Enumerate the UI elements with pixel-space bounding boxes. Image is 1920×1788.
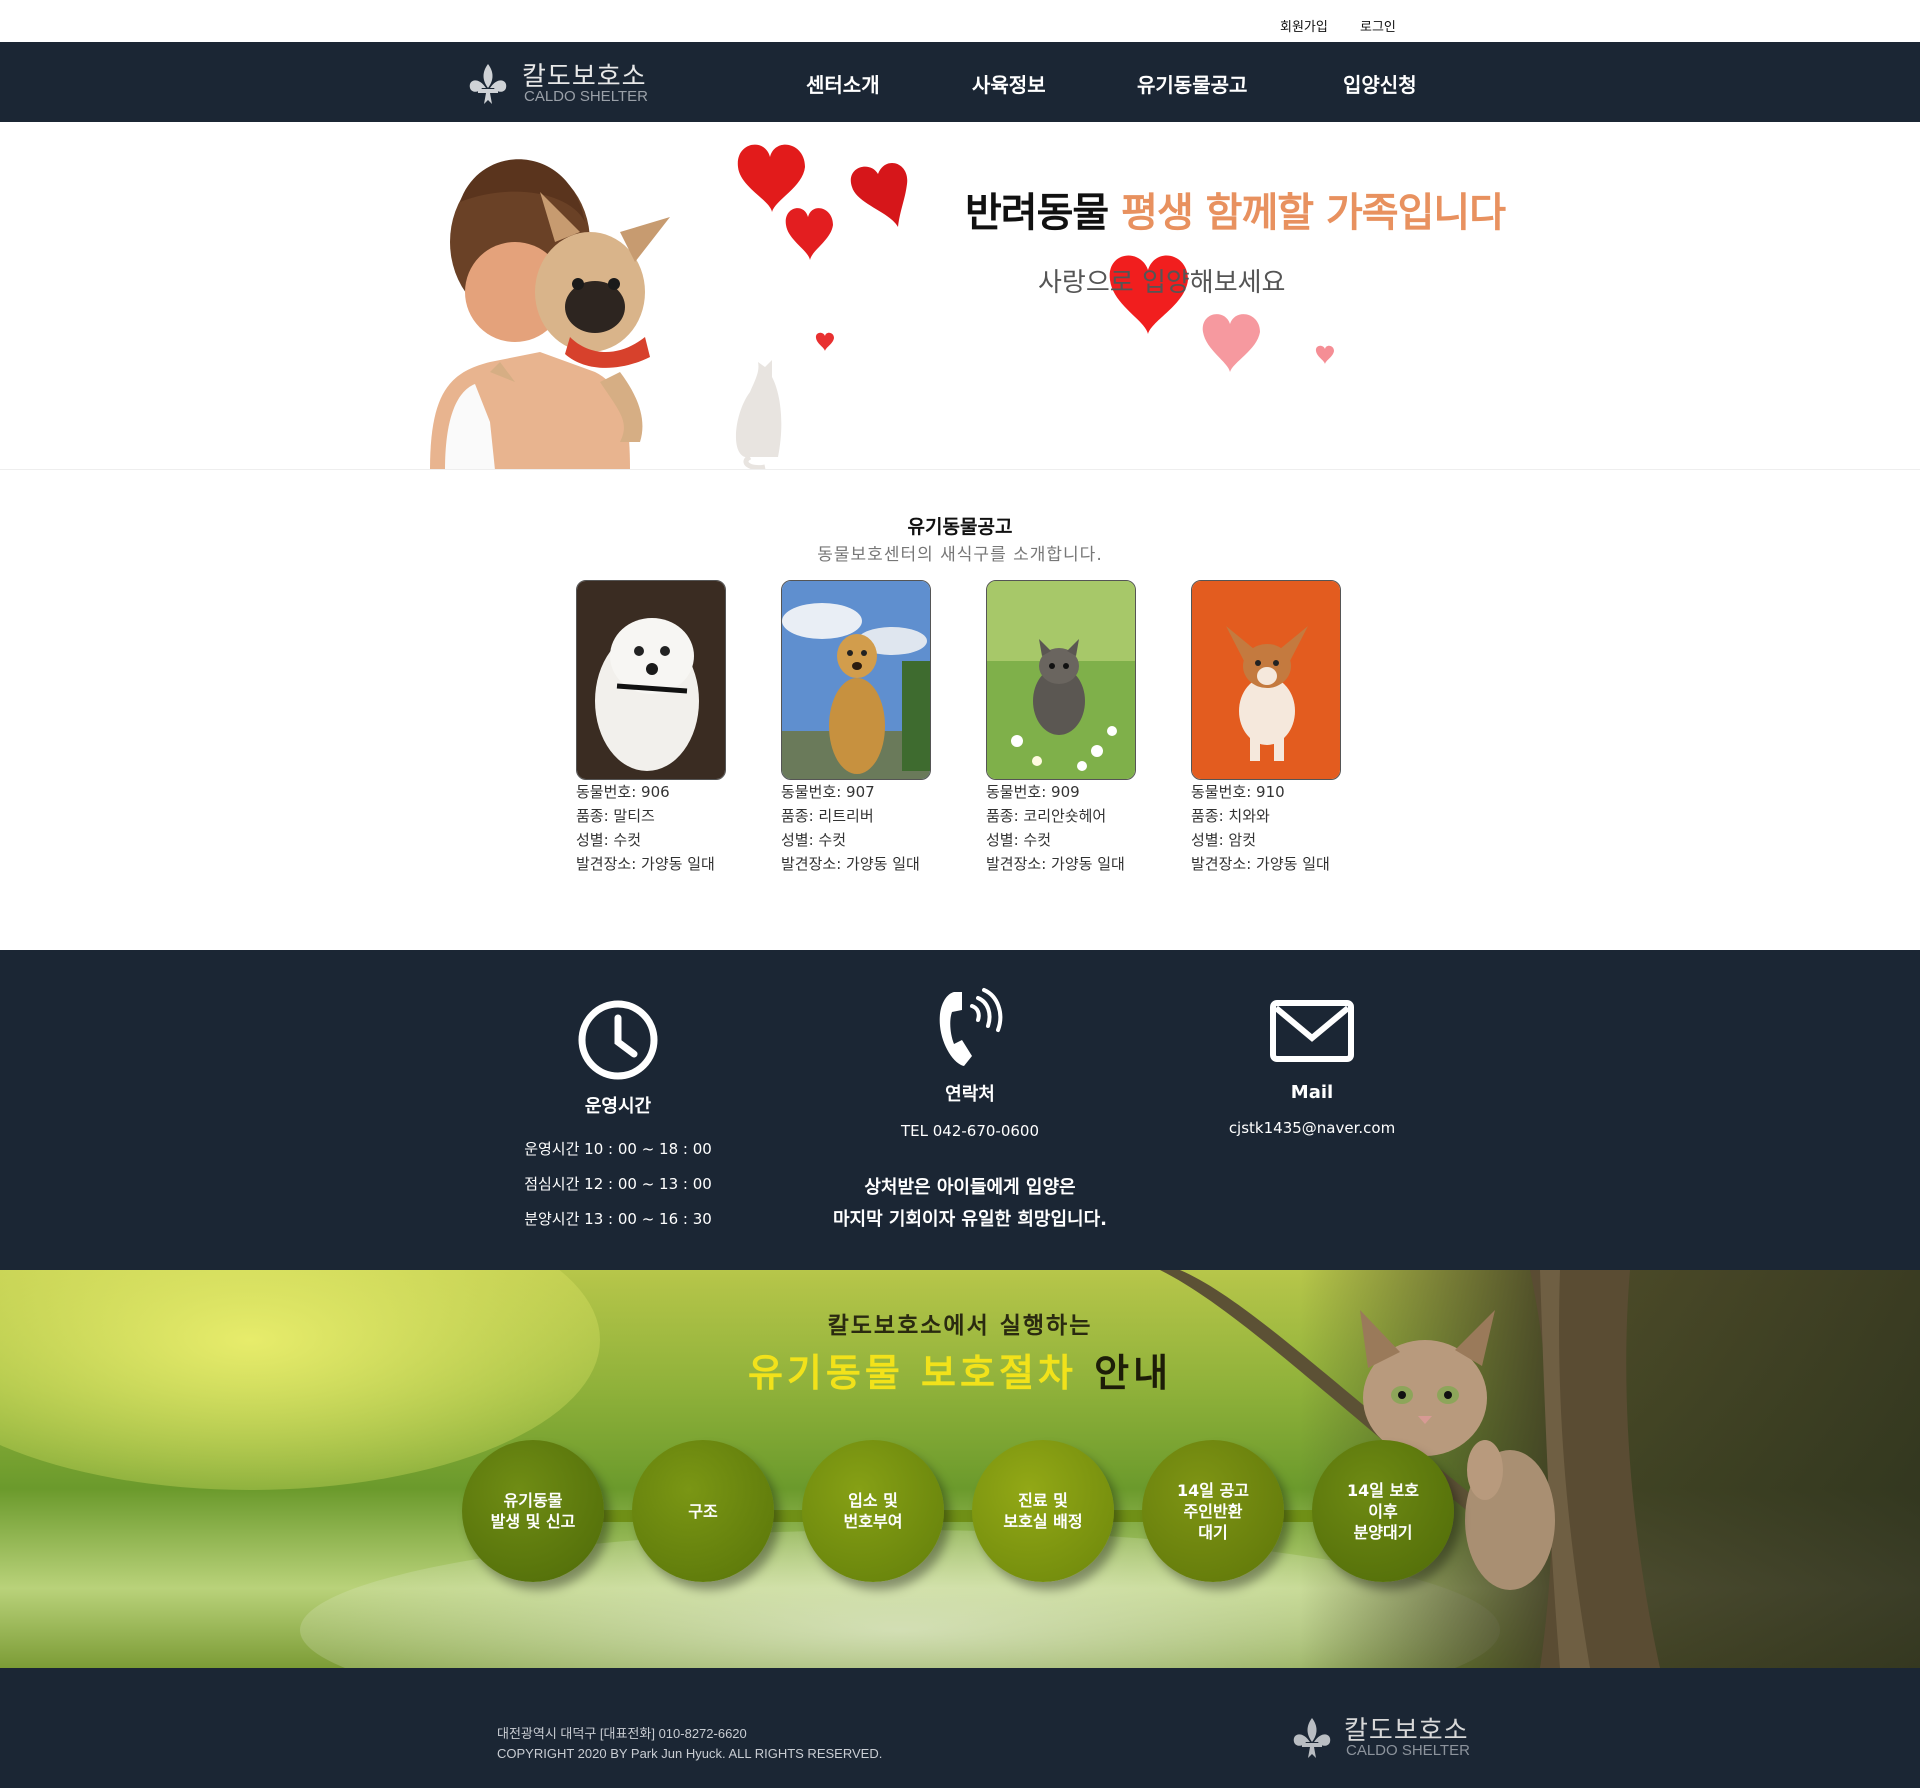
nav-item-center-intro[interactable]: 센터소개 (806, 69, 880, 98)
animal-sex: 성별: 수컷 (576, 831, 642, 849)
notice-subtitle: 동물보호센터의 새식구를 소개합니다. (817, 545, 1103, 565)
hours-block: 운영시간 운영시간 10 : 00 ~ 18 : 00 점심시간 12 : 00… (518, 998, 718, 1229)
procedure-title-dark: 안내 (1094, 1351, 1173, 1395)
adoption-quote: 상처받은 아이들에게 입양은 마지막 기회이자 유일한 희망입니다. (760, 1172, 1180, 1236)
nav-item-care-info[interactable]: 사육정보 (972, 69, 1046, 98)
hero-subtitle: 사랑으로 입양해보세요 (1038, 268, 1286, 298)
animal-card[interactable]: 동물번호: 907 품종: 리트리버 성별: 수컷 발견장소: 가양동 일대 (781, 580, 951, 876)
quote-line-2: 마지막 기회이자 유일한 희망입니다. (832, 1209, 1108, 1230)
mail-block: Mail cjstk1435@naver.com (1212, 1000, 1412, 1137)
procedure-section: 칼도보호소에서 실행하는 유기동물 보호절차 안내 유기동물 발생 및 신고 구… (0, 1270, 1920, 1668)
animal-sex: 성별: 수컷 (781, 831, 847, 849)
fleur-de-lis-icon (469, 64, 507, 104)
animal-photo-chihuahua[interactable] (1191, 580, 1341, 780)
hero-tagline: 반려동물 평생 함께할 가족입니다 (965, 180, 1506, 238)
procedure-kicker: 칼도보호소에서 실행하는 (827, 1313, 1093, 1339)
animal-place: 발견장소: 가양동 일대 (986, 855, 1125, 873)
footer-copyright: COPYRIGHT 2020 BY Park Jun Hyuck. ALL RI… (497, 1746, 883, 1761)
hours-title: 운영시간 (584, 1096, 652, 1117)
animal-place: 발견장소: 가양동 일대 (781, 855, 920, 873)
animal-card[interactable]: 동물번호: 909 품종: 코리안숏헤어 성별: 수컷 발견장소: 가양동 일대 (986, 580, 1156, 876)
contact-block: 연락처 TEL 042-670-0600 (870, 984, 1070, 1140)
hero-tagline-orange: 평생 함께할 가족입니다 (1121, 189, 1506, 236)
procedure-step: 구조 (632, 1440, 774, 1582)
mail-title: Mail (1290, 1082, 1334, 1103)
animal-breed: 품종: 말티즈 (576, 807, 655, 825)
notice-title: 유기동물공고 (907, 516, 1013, 538)
animal-photo-kitten[interactable] (986, 580, 1136, 780)
signup-link[interactable]: 회원가입 (1280, 16, 1328, 35)
mail-icon (1270, 1000, 1354, 1062)
site-footer: 대전광역시 대덕구 [대표전화] 010-8272-6620 COPYRIGHT… (0, 1668, 1920, 1788)
footer-text: 대전광역시 대덕구 [대표전화] 010-8272-6620 COPYRIGHT… (497, 1724, 882, 1764)
procedure-step: 진료 및 보호실 배정 (972, 1440, 1114, 1582)
animal-number: 동물번호: 906 (576, 783, 670, 801)
footer-address: 대전광역시 대덕구 [대표전화] 010-8272-6620 (497, 1726, 747, 1741)
animal-photo-maltese[interactable] (576, 580, 726, 780)
info-section: 운영시간 운영시간 10 : 00 ~ 18 : 00 점심시간 12 : 00… (0, 950, 1920, 1270)
brand-logo[interactable]: 칼도보호소 CALDO SHELTER (466, 56, 666, 108)
hero-tagline-black: 반려동물 (965, 189, 1109, 236)
nav-item-notice[interactable]: 유기동물공고 (1137, 69, 1247, 98)
quote-line-1: 상처받은 아이들에게 입양은 (864, 1177, 1076, 1198)
contact-tel[interactable]: TEL 042-670-0600 (870, 1122, 1070, 1140)
hero-illustration (430, 144, 1334, 469)
procedure-step: 유기동물 발생 및 신고 (462, 1440, 604, 1582)
animal-sex: 성별: 수컷 (986, 831, 1052, 849)
hours-line: 운영시간 10 : 00 ~ 18 : 00 (524, 1140, 712, 1158)
footer-logo[interactable]: 칼도보호소 CALDO SHELTER (1290, 1710, 1510, 1760)
footer-brand-en: CALDO SHELTER (1346, 1742, 1470, 1759)
procedure-title: 유기동물 보호절차 안내 (0, 1342, 1920, 1397)
animal-breed: 품종: 코리안숏헤어 (986, 807, 1107, 825)
animal-place: 발견장소: 가양동 일대 (1191, 855, 1330, 873)
animal-card[interactable]: 동물번호: 906 품종: 말티즈 성별: 수컷 발견장소: 가양동 일대 (576, 580, 746, 876)
animal-card[interactable]: 동물번호: 910 품종: 치와와 성별: 암컷 발견장소: 가양동 일대 (1191, 580, 1361, 876)
mail-address[interactable]: cjstk1435@naver.com (1212, 1119, 1412, 1137)
procedure-step: 입소 및 번호부여 (802, 1440, 944, 1582)
brand-name-en: CALDO SHELTER (524, 88, 648, 105)
hours-line: 분양시간 13 : 00 ~ 16 : 30 (524, 1210, 712, 1228)
animal-number: 동물번호: 910 (1191, 783, 1285, 801)
animal-place: 발견장소: 가양동 일대 (576, 855, 715, 873)
animal-breed: 품종: 리트리버 (781, 807, 874, 825)
clock-icon (578, 1000, 658, 1080)
procedure-step: 14일 공고 주인반환 대기 (1142, 1440, 1284, 1582)
procedure-title-yellow: 유기동물 보호절차 (747, 1351, 1077, 1395)
main-header: 칼도보호소 CALDO SHELTER 센터소개 사육정보 유기동물공고 입양신… (0, 42, 1920, 122)
hero-banner: 반려동물 평생 함께할 가족입니다 사랑으로 입양해보세요 (0, 122, 1920, 470)
procedure-step: 14일 보호 이후 분양대기 (1312, 1440, 1454, 1582)
hours-line: 점심시간 12 : 00 ~ 13 : 00 (524, 1175, 712, 1193)
utility-bar: 회원가입 로그인 (0, 0, 1920, 42)
nav-item-adoption[interactable]: 입양신청 (1343, 69, 1417, 98)
fleur-de-lis-icon (1293, 1718, 1331, 1758)
login-link[interactable]: 로그인 (1360, 16, 1396, 35)
animal-photo-retriever[interactable] (781, 580, 931, 780)
contact-title: 연락처 (945, 1084, 995, 1105)
animal-breed: 품종: 치와와 (1191, 807, 1270, 825)
animal-number: 동물번호: 909 (986, 783, 1080, 801)
animal-number: 동물번호: 907 (781, 783, 875, 801)
phone-icon (939, 988, 1003, 1066)
animal-sex: 성별: 암컷 (1191, 831, 1257, 849)
